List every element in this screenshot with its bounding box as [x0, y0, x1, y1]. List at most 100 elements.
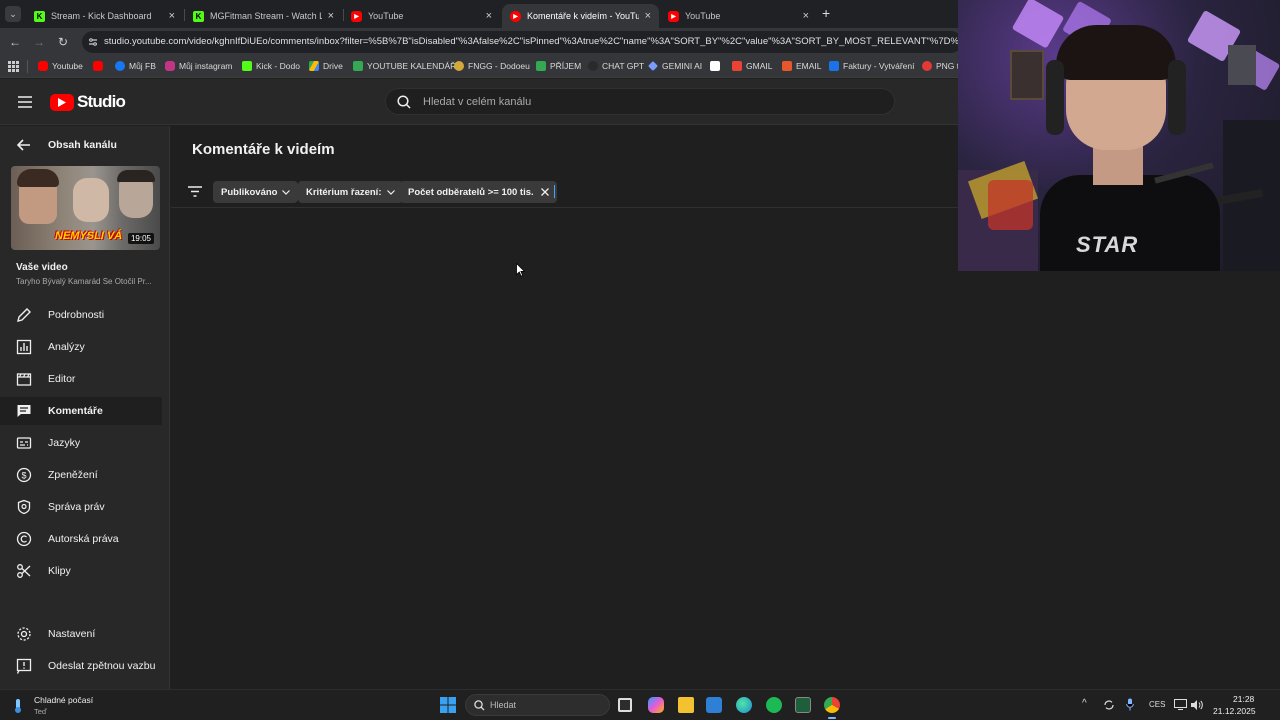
channel-search-input[interactable]: Hledat v celém kanálu: [385, 88, 895, 115]
chrome-icon[interactable]: [824, 697, 840, 713]
sidebar-item-details[interactable]: Podrobnosti: [0, 301, 162, 329]
tab-close-icon[interactable]: ×: [803, 10, 809, 22]
tab-close-icon[interactable]: ×: [645, 10, 651, 22]
weather-subtitle: Teď: [34, 707, 47, 716]
empty-area: [958, 271, 1280, 689]
taskbar-search-input[interactable]: Hledat: [465, 694, 610, 716]
sidebar-item-rights[interactable]: Správa práv: [0, 493, 162, 521]
bookmark-item[interactable]: [93, 61, 107, 71]
video-thumbnail[interactable]: NEMYSLI VÁ 19:05: [11, 166, 160, 250]
weather-widget[interactable]: Chladné počasí Teď: [10, 693, 130, 719]
bookmark-item[interactable]: PNG t: [922, 61, 959, 71]
forward-arrow-icon[interactable]: →: [31, 34, 47, 50]
copilot-icon[interactable]: [648, 697, 664, 713]
bookmark-item[interactable]: PŘÍJEM: [536, 61, 581, 71]
bookmark-item[interactable]: YOUTUBE KALENDÁŘ: [353, 61, 456, 71]
new-tab-icon[interactable]: +: [822, 5, 830, 21]
studio-logo[interactable]: Studio: [50, 92, 126, 112]
bookmark-item[interactable]: GMAIL: [732, 61, 772, 71]
pencil-icon: [16, 307, 32, 323]
reload-icon[interactable]: ↻: [55, 34, 71, 50]
tab-list-button[interactable]: ⌄: [5, 6, 21, 22]
filter-chip-subscribers[interactable]: Počet odběratelů >= 100 tis.: [400, 181, 557, 203]
bookmark-item[interactable]: EMAIL: [782, 61, 822, 71]
browser-tab[interactable]: ▶ YouTube ×: [343, 4, 500, 28]
back-arrow-icon: [17, 139, 31, 151]
sidebar-item-analytics[interactable]: Analýzy: [0, 333, 162, 361]
bookmark-item[interactable]: Drive: [309, 61, 343, 71]
bookmark-item[interactable]: Faktury - Vytváření: [829, 61, 914, 71]
tab-close-icon[interactable]: ×: [486, 10, 492, 22]
chevron-down-icon: [386, 189, 395, 195]
sidebar-item-settings[interactable]: Nastavení: [0, 620, 162, 648]
sidebar-item-comments[interactable]: Komentáře: [0, 397, 162, 425]
close-icon[interactable]: [540, 188, 549, 196]
youtube-studio-icon: ▶: [510, 10, 521, 22]
bookmark-item[interactable]: CHAT GPT: [588, 61, 644, 71]
tab-close-icon[interactable]: ×: [328, 10, 334, 22]
filter-chip-sort[interactable]: Kritérium řazení:: [298, 181, 403, 203]
file-explorer-icon[interactable]: [678, 697, 694, 713]
microphone-icon[interactable]: [1126, 698, 1134, 711]
browser-tab[interactable]: ▶ YouTube ×: [660, 4, 817, 28]
browser-tab[interactable]: K MGFitman Stream - Watch Live ×: [185, 4, 342, 28]
sidebar-item-monetization[interactable]: $ Zpeněžení: [0, 461, 162, 489]
svg-text:$: $: [21, 471, 26, 481]
filter-chip-published[interactable]: Publikováno: [213, 181, 299, 203]
clock-date[interactable]: 21.12.2025: [1213, 706, 1256, 716]
clock-time[interactable]: 21:28: [1233, 694, 1254, 704]
back-to-content-button[interactable]: Obsah kanálu: [0, 134, 170, 156]
menu-icon[interactable]: [18, 96, 32, 108]
bookmark-item[interactable]: Kick - Dodo: [242, 61, 300, 71]
browser-tab-active[interactable]: ▶ Komentáře k videím - YouTube ×: [502, 4, 659, 28]
browser-tab[interactable]: K Stream - Kick Dashboard ×: [26, 4, 183, 28]
site-info-icon[interactable]: [88, 37, 98, 47]
bookmark-item[interactable]: Můj instagram: [165, 61, 232, 71]
sidebar-item-feedback[interactable]: Odeslat zpětnou vazbu: [0, 652, 162, 680]
shirt-text: STAR: [1076, 232, 1139, 257]
bookmark-item[interactable]: [710, 61, 724, 71]
thumbnail-text: NEMYSLI VÁ: [55, 230, 123, 242]
rights-icon: [16, 499, 32, 515]
sync-icon[interactable]: [1103, 699, 1115, 711]
divider: [171, 207, 958, 208]
tab-title: Komentáře k videím - YouTube: [527, 11, 639, 21]
terminal-icon[interactable]: [795, 697, 811, 713]
outlook-icon[interactable]: [706, 697, 722, 713]
bookmark-item[interactable]: Můj FB: [115, 61, 156, 71]
windows-start-icon[interactable]: [440, 697, 456, 713]
youtube-icon: [93, 61, 103, 71]
tab-title: YouTube: [368, 11, 404, 21]
tab-title: MGFitman Stream - Watch Live: [210, 11, 322, 21]
video-duration: 19:05: [127, 233, 154, 244]
task-view-icon[interactable]: [618, 698, 632, 712]
edge-icon[interactable]: [736, 697, 752, 713]
filter-icon[interactable]: [188, 186, 202, 197]
browser-toolbar: ← → ↻ studio.youtube.com/video/kghnIfDiU…: [0, 28, 1013, 56]
filter-text-cursor[interactable]: [554, 185, 555, 198]
sidebar-item-clips[interactable]: Klipy: [0, 557, 162, 585]
thermometer-icon: [12, 698, 24, 714]
tab-title: Stream - Kick Dashboard: [51, 11, 152, 21]
feedback-icon: [16, 658, 32, 674]
instagram-icon: [165, 61, 175, 71]
language-indicator[interactable]: CES: [1149, 700, 1165, 709]
apps-grid-icon[interactable]: [8, 61, 19, 72]
sidebar-item-copyright[interactable]: Autorská práva: [0, 525, 162, 553]
tab-close-icon[interactable]: ×: [169, 10, 175, 22]
bookmarks-bar: Youtube Můj FB Můj instagram Kick - Dodo…: [0, 56, 959, 78]
youtube-logo-icon: [50, 93, 74, 111]
back-arrow-icon[interactable]: ←: [7, 34, 23, 50]
fngg-icon: [454, 61, 464, 71]
bookmark-item[interactable]: GEMINI AI: [648, 61, 702, 71]
address-bar[interactable]: studio.youtube.com/video/kghnIfDiUEo/com…: [82, 31, 1013, 53]
volume-icon[interactable]: [1190, 699, 1203, 711]
sidebar-item-editor[interactable]: Editor: [0, 365, 162, 393]
youtube-icon: ▶: [668, 10, 679, 22]
bookmark-item[interactable]: FNGG - Dodoeu: [454, 61, 530, 71]
sidebar-item-languages[interactable]: Jazyky: [0, 429, 162, 457]
spotify-icon[interactable]: [766, 697, 782, 713]
chevron-up-icon[interactable]: ^: [1082, 698, 1087, 709]
bookmark-item[interactable]: Youtube: [38, 61, 83, 71]
network-icon[interactable]: [1174, 699, 1187, 710]
